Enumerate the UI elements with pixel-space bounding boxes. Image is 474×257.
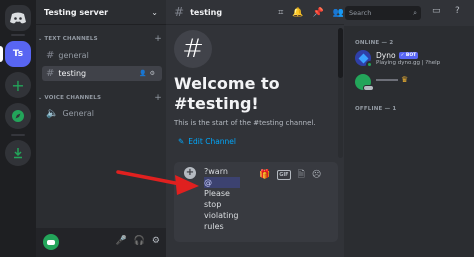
server-name: Testing server [44, 7, 109, 17]
composer-line: stop [204, 200, 222, 209]
composer-line: rules [204, 222, 224, 231]
category-label: TEXT CHANNELS [44, 36, 98, 42]
rail-separator [11, 34, 25, 36]
mention-highlight: @ [204, 177, 240, 188]
member-name-text: Dyno [376, 51, 396, 60]
composer-tools: 🎁 GIF 🗎 ☹ [259, 167, 321, 183]
hash-icon: # [46, 68, 55, 79]
bot-badge: ✓ BOT [398, 52, 419, 59]
header-toolbar: ⌗ 🔔 📌 👥 [278, 0, 344, 25]
online-status-dot [366, 61, 373, 68]
search-input[interactable]: Search ⌕ [345, 6, 421, 20]
chevron-down-icon: ⌄ [38, 95, 43, 101]
composer-line: ?warn [204, 167, 228, 176]
pin-icon[interactable]: 📌 [313, 8, 324, 18]
headphones-icon[interactable]: 🎧 [134, 236, 145, 246]
members-online-header: ONLINE — 2 [355, 40, 394, 46]
add-member-icon[interactable]: 👤 [139, 70, 149, 77]
microphone-muted-icon[interactable]: 🎤 [115, 236, 126, 246]
member-self[interactable]: ♛ [352, 72, 470, 94]
welcome-title: Welcome to #testing! [174, 74, 280, 113]
explore-compass-icon[interactable] [5, 103, 31, 129]
inbox-icon[interactable]: ▭ [432, 6, 441, 16]
category-label: VOICE CHANNELS [44, 95, 102, 101]
member-name-redacted [376, 79, 398, 81]
edit-channel-label: Edit Channel [188, 137, 236, 146]
server-rail: Ts + [0, 0, 36, 257]
mobile-status-icon [363, 85, 374, 91]
channel-hash-icon: # [174, 30, 212, 68]
gear-icon[interactable]: ⚙ [152, 236, 160, 246]
help-icon[interactable]: ? [455, 6, 460, 16]
speaker-icon: 🔈 [46, 108, 59, 119]
edit-channel-link[interactable]: ✎ Edit Channel [178, 137, 236, 146]
sticker-icon[interactable]: 🗎 [298, 167, 305, 183]
chevron-down-icon: ⌄ [151, 7, 158, 17]
search-icon: ⌕ [413, 8, 417, 17]
user-controls: 🎤 🎧 ⚙ [115, 236, 160, 246]
scrollbar-thumb[interactable] [338, 28, 343, 78]
channel-voice-general[interactable]: 🔈 General [42, 106, 162, 121]
chevron-down-icon: ⌄ [38, 36, 43, 42]
download-icon[interactable] [5, 140, 31, 166]
gift-icon[interactable]: 🎁 [259, 170, 270, 180]
crown-icon: ♛ [401, 75, 409, 84]
chat-header: # testing ⌗ 🔔 📌 👥 [166, 0, 344, 25]
member-dyno[interactable]: Dyno ✓ BOT Playing dyno.gg | ?help [352, 48, 470, 70]
emoji-icon[interactable]: ☹ [312, 170, 321, 180]
server-icon-testing[interactable]: Ts [5, 41, 31, 67]
hash-icon: # [174, 5, 185, 19]
message-input[interactable]: ?warn @ Please stop violating rules [204, 166, 256, 232]
pencil-icon: ✎ [178, 137, 185, 146]
welcome-subtitle: This is the start of the #testing channe… [174, 119, 316, 127]
channel-label: General [62, 109, 94, 118]
create-channel-icon[interactable]: + [154, 93, 162, 103]
add-server-icon[interactable]: + [5, 72, 31, 98]
hash-icon: # [46, 50, 55, 61]
channel-title: testing [190, 7, 223, 17]
bell-icon[interactable]: 🔔 [292, 8, 303, 18]
user-panel: 🎤 🎧 ⚙ [36, 228, 166, 257]
threads-icon[interactable]: ⌗ [278, 8, 283, 18]
channel-tools: 👤⚙ [139, 70, 158, 77]
upload-plus-icon[interactable]: + [184, 167, 196, 179]
member-name: Dyno ✓ BOT [376, 51, 419, 60]
create-channel-icon[interactable]: + [154, 34, 162, 44]
avatar[interactable] [43, 234, 59, 250]
member-activity: Playing dyno.gg | ?help [376, 60, 441, 66]
members-icon[interactable]: 👥 [333, 8, 344, 18]
category-voice-channels[interactable]: ⌄ VOICE CHANNELS + [38, 93, 162, 103]
channel-label: testing [58, 69, 87, 78]
channel-label: general [58, 51, 89, 60]
gear-icon[interactable]: ⚙ [150, 70, 158, 77]
server-header[interactable]: Testing server ⌄ [36, 0, 166, 25]
rail-separator [11, 134, 25, 136]
discord-home-icon[interactable] [5, 5, 31, 31]
channel-general[interactable]: # general [42, 48, 162, 63]
channel-testing[interactable]: # testing 👤⚙ [42, 66, 162, 81]
search-placeholder: Search [349, 9, 372, 17]
selected-server-indicator [0, 46, 3, 62]
gif-button[interactable]: GIF [277, 170, 291, 180]
category-text-channels[interactable]: ⌄ TEXT CHANNELS + [38, 34, 162, 44]
composer-line: violating [204, 211, 239, 220]
members-offline-header: OFFLINE — 1 [355, 106, 397, 112]
composer-line: Please [204, 189, 230, 198]
